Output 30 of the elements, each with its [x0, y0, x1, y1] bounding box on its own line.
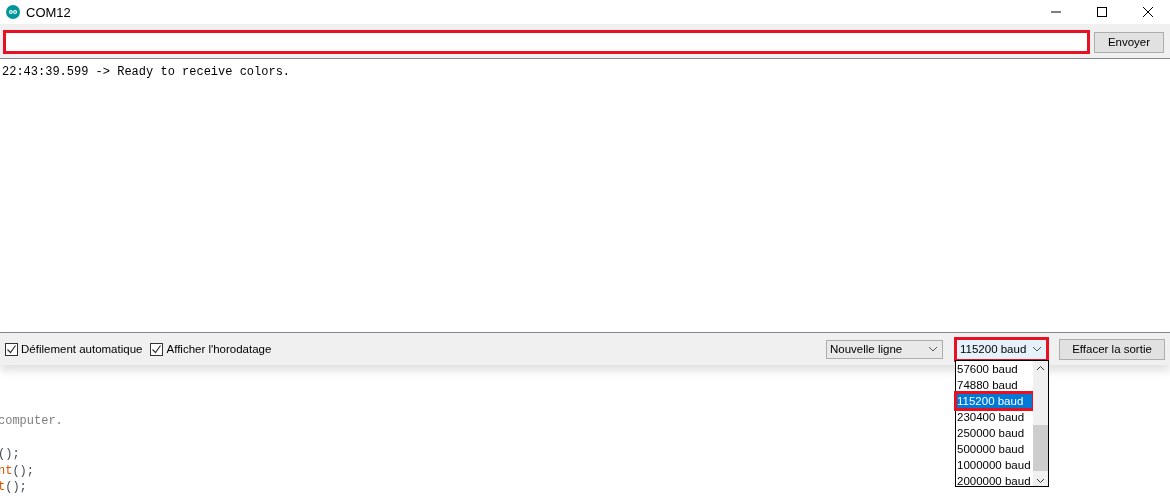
line-ending-dropdown[interactable]: Nouvelle ligne: [826, 339, 943, 359]
checkbox[interactable]: [150, 342, 164, 356]
message-input-field[interactable]: [3, 30, 1090, 54]
baud-option[interactable]: 250000 baud: [956, 425, 1033, 441]
maximize-icon[interactable]: [1096, 6, 1108, 18]
chevron-down-icon: [1032, 346, 1042, 352]
app-logo-icon: [6, 5, 20, 19]
baud-option[interactable]: 2000000 baud: [956, 473, 1033, 489]
baud-option[interactable]: 57600 baud: [956, 361, 1033, 377]
code-text: ();: [12, 463, 34, 478]
output-line: 22:43:39.599 -> Ready to receive colors.: [1, 65, 292, 79]
window-title: COM12: [26, 4, 71, 20]
checkbox-label: Défilement automatique: [21, 343, 143, 355]
baud-option[interactable]: 500000 baud: [956, 441, 1033, 457]
baud-option[interactable]: 230400 baud: [956, 409, 1033, 425]
scroll-up-icon[interactable]: [1036, 365, 1045, 371]
close-icon[interactable]: [1142, 6, 1154, 18]
scrollbar[interactable]: [1033, 361, 1048, 486]
code-text: ();: [0, 447, 20, 461]
chevron-down-icon: [928, 346, 938, 352]
baud-option[interactable]: 1000000 baud: [956, 457, 1033, 473]
send-button[interactable]: Envoyer: [1094, 31, 1164, 53]
clear-output-button[interactable]: Effacer la sortie: [1059, 338, 1165, 360]
checkbox[interactable]: [5, 342, 18, 356]
code-text: ();: [5, 480, 27, 494]
baud-option[interactable]: 115200 baud: [956, 393, 1033, 409]
checkbox-label: Afficher l'horodatage: [166, 343, 272, 355]
baud-option[interactable]: 74880 baud: [956, 377, 1033, 393]
baud-rate-dropdown[interactable]: 115200 baud: [954, 336, 1049, 362]
scroll-down-icon[interactable]: [1036, 478, 1045, 484]
